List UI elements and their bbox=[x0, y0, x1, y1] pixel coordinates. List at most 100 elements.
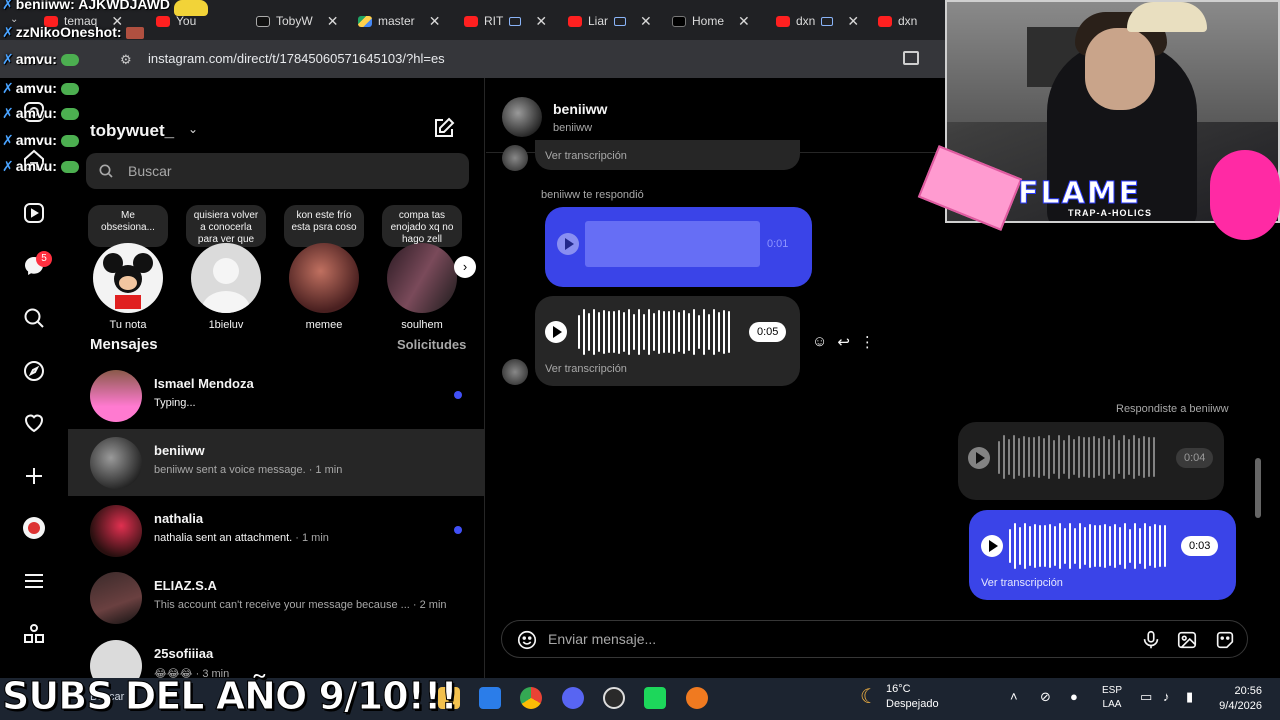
microphone-icon[interactable]: ● bbox=[1070, 689, 1086, 705]
browser-tab[interactable]: dxn bbox=[872, 8, 923, 34]
chevron-up-icon[interactable]: ˄ bbox=[1010, 689, 1026, 705]
play-icon[interactable] bbox=[545, 321, 567, 343]
message-actions: ☺ ↩ ⋮ bbox=[812, 333, 875, 351]
waveform[interactable] bbox=[1009, 522, 1166, 570]
clock[interactable]: 20:56 9/4/2026 bbox=[1214, 684, 1262, 714]
obs-icon[interactable] bbox=[603, 687, 625, 709]
chat-line: ✗ beniiww: AJKWDJAWD bbox=[2, 0, 171, 12]
profile-avatar-icon[interactable] bbox=[22, 516, 46, 540]
conversation-preview: This account can't receive your message … bbox=[154, 599, 447, 611]
waveform-bar bbox=[678, 311, 680, 353]
waveform-bar bbox=[638, 309, 640, 355]
browser-tab[interactable]: dxn ✕ bbox=[770, 8, 865, 34]
browser-tab[interactable]: RIT ✕ bbox=[458, 8, 553, 34]
avatar bbox=[502, 359, 528, 385]
requests-link[interactable]: Solicitudes bbox=[397, 337, 466, 352]
note-item[interactable]: Me obsesiona... Tu nota bbox=[88, 205, 168, 331]
waveform-bar bbox=[1099, 524, 1101, 568]
weather-temperature[interactable]: 16°C bbox=[886, 683, 911, 695]
thread-name[interactable]: beniiww bbox=[553, 101, 607, 117]
close-icon[interactable]: ✕ bbox=[640, 13, 652, 30]
waveform-bar bbox=[703, 309, 705, 355]
chrome-icon[interactable] bbox=[520, 687, 542, 709]
avatar[interactable] bbox=[502, 97, 542, 137]
thread-scrollbar[interactable] bbox=[1255, 458, 1261, 518]
close-icon[interactable]: ✕ bbox=[738, 13, 750, 30]
transcript-link[interactable]: Ver transcripción bbox=[545, 363, 627, 375]
transcript-link[interactable]: Ver transcripción bbox=[545, 150, 627, 162]
create-icon[interactable] bbox=[22, 464, 46, 488]
close-icon[interactable]: ✕ bbox=[847, 13, 859, 30]
conversation-item[interactable]: 25sofiiiaa 😂😂😂 · 3 min bbox=[68, 632, 485, 678]
compose-icon[interactable] bbox=[432, 116, 456, 140]
flame-logo: FLAME bbox=[1017, 176, 1142, 212]
duck-emote bbox=[174, 0, 208, 16]
browser-tab[interactable]: master ✕ bbox=[352, 8, 446, 34]
waveform-bar bbox=[1128, 439, 1130, 475]
chevron-right-icon[interactable]: › bbox=[454, 256, 476, 278]
reply-icon[interactable]: ↩ bbox=[837, 333, 850, 351]
quoted-voice-message[interactable]: 0:01 bbox=[545, 207, 812, 287]
volume-icon[interactable]: ♪ bbox=[1163, 689, 1179, 705]
conversation-item[interactable]: ELIAZ.S.A This account can't receive you… bbox=[68, 564, 485, 631]
browser-tab[interactable]: Home ✕ bbox=[666, 8, 756, 34]
sticker-icon[interactable] bbox=[1214, 629, 1236, 651]
waveform-bar bbox=[1003, 435, 1005, 479]
close-icon[interactable]: ✕ bbox=[327, 13, 339, 30]
close-icon[interactable]: ✕ bbox=[535, 13, 547, 30]
also-from-meta-icon[interactable] bbox=[22, 622, 46, 646]
cap bbox=[1127, 2, 1207, 32]
conversation-item[interactable]: Ismael Mendoza Typing... bbox=[68, 362, 485, 429]
avatar bbox=[90, 370, 142, 422]
waveform-bar bbox=[1103, 435, 1105, 479]
waveform-bar bbox=[1064, 527, 1066, 565]
browser-tab[interactable]: Liar ✕ bbox=[562, 8, 658, 34]
language-indicator[interactable]: ESP LAA bbox=[1102, 684, 1122, 712]
account-username[interactable]: tobywuet_ bbox=[90, 121, 174, 141]
chevron-down-icon[interactable]: ⌄ bbox=[188, 122, 198, 136]
waveform-bar bbox=[588, 313, 590, 351]
play-icon[interactable] bbox=[981, 535, 1003, 557]
battery-icon[interactable]: ▮ bbox=[1186, 689, 1202, 705]
image-icon[interactable] bbox=[1176, 629, 1198, 651]
search-icon[interactable] bbox=[22, 306, 46, 330]
kick-icon[interactable] bbox=[644, 687, 666, 709]
explore-icon[interactable] bbox=[22, 359, 46, 383]
reels-icon[interactable] bbox=[22, 201, 46, 225]
conversation-name: beniiww bbox=[154, 443, 205, 458]
heart-icon[interactable] bbox=[22, 411, 46, 435]
react-emoji-icon[interactable]: ☺ bbox=[812, 333, 827, 351]
unread-dot bbox=[454, 391, 462, 399]
weather-description[interactable]: Despejado bbox=[886, 698, 939, 710]
transcript-link[interactable]: Ver transcripción bbox=[981, 577, 1063, 589]
my-voice-message[interactable]: 0:03 Ver transcripción bbox=[969, 510, 1236, 600]
waveform[interactable] bbox=[578, 308, 730, 356]
browser-tab[interactable]: TobyW ✕ bbox=[250, 8, 344, 34]
network-off-icon[interactable]: ⊘ bbox=[1040, 689, 1056, 705]
discord-icon[interactable] bbox=[562, 687, 584, 709]
site-info-icon[interactable]: ⚙ bbox=[120, 52, 134, 67]
store-icon[interactable] bbox=[479, 687, 501, 709]
message-input[interactable] bbox=[548, 629, 1108, 649]
search-input[interactable] bbox=[128, 160, 448, 182]
note-item[interactable]: compa tas enojado xq no hago zell type..… bbox=[382, 205, 462, 331]
fl-studio-icon[interactable] bbox=[686, 687, 708, 709]
more-options-icon[interactable]: ⋮ bbox=[860, 333, 875, 351]
note-item[interactable]: kon este frío esta psra coso memee bbox=[284, 205, 364, 331]
note-item[interactable]: quisiera volver a conocerla para ver que… bbox=[186, 205, 266, 331]
search-bar[interactable] bbox=[86, 153, 469, 189]
voice-message[interactable]: 0:05 Ver transcripción bbox=[535, 296, 800, 386]
microphone-icon[interactable] bbox=[1140, 629, 1162, 651]
close-icon[interactable]: ✕ bbox=[429, 13, 441, 30]
install-app-icon[interactable] bbox=[903, 51, 919, 65]
waveform-bar bbox=[1013, 435, 1015, 479]
conversation-item[interactable]: beniiww beniiww sent a voice message. · … bbox=[68, 429, 485, 496]
url-text[interactable]: instagram.com/direct/t/17845060571645103… bbox=[148, 51, 445, 66]
youtube-icon bbox=[776, 15, 790, 27]
conversation-item[interactable]: nathalia nathalia sent an attachment. · … bbox=[68, 497, 485, 564]
x-logo-icon bbox=[672, 15, 686, 27]
quoted-voice-message[interactable]: 0:04 bbox=[958, 422, 1224, 500]
emoji-icon[interactable] bbox=[516, 629, 538, 651]
display-icon[interactable]: ▭ bbox=[1140, 689, 1156, 705]
menu-icon[interactable] bbox=[22, 569, 46, 593]
